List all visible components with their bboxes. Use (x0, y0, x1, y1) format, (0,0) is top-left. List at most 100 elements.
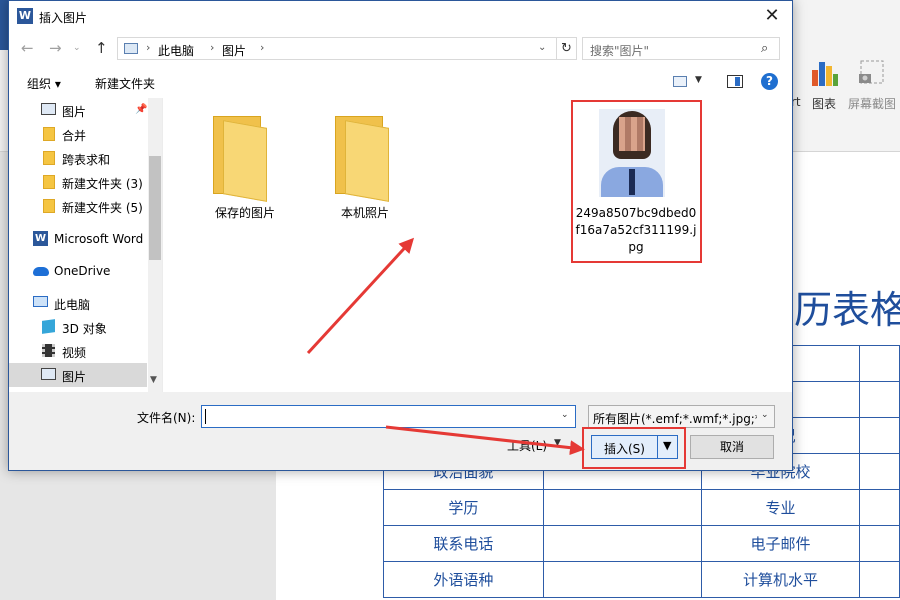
table-cell (859, 489, 900, 526)
3d-objects-icon (42, 319, 55, 334)
nav-item-pictures-quick[interactable]: 图片 📌 (9, 98, 147, 122)
breadcrumb-pictures[interactable]: 图片 (222, 42, 246, 59)
file-name: 保存的图片 (214, 206, 275, 220)
refresh-icon[interactable]: ↻ (557, 37, 577, 60)
nav-item-onedrive[interactable]: OneDrive (9, 259, 147, 283)
help-icon[interactable]: ? (761, 73, 778, 90)
insert-picture-dialog: W 插入图片 ✕ ← → ⌄ ↑ › 此电脑 › 图片 › ⌄ ↻ 搜索"图片"… (8, 0, 793, 471)
chevron-down-icon[interactable]: ⌄ (761, 410, 769, 420)
organize-button[interactable]: 组织 ▾ (27, 75, 61, 92)
document-title: 历表格 (794, 288, 900, 332)
nav-item-videos[interactable]: 视频 (9, 339, 147, 363)
recent-dropdown-icon[interactable]: ⌄ (73, 43, 81, 53)
word-icon: W (17, 8, 33, 24)
chart-icon (812, 62, 838, 86)
dialog-title: 插入图片 (39, 11, 88, 25)
up-arrow-icon[interactable]: ↑ (95, 39, 108, 57)
pictures-icon (41, 368, 56, 380)
text-caret (205, 409, 206, 424)
close-button[interactable]: ✕ (753, 1, 791, 32)
address-bar[interactable]: › 此电脑 › 图片 › ⌄ (117, 37, 557, 60)
tools-button[interactable]: 工具(L) (507, 437, 547, 454)
search-input[interactable]: 搜索"图片" ⌕ (582, 37, 780, 60)
back-arrow-icon[interactable]: ← (21, 39, 34, 57)
table-cell (542, 561, 702, 598)
nav-scrollbar-thumb[interactable] (149, 156, 161, 260)
folder-icon (335, 116, 391, 202)
chevron-right-icon[interactable]: › (146, 41, 150, 54)
forward-arrow-icon[interactable]: → (49, 39, 62, 57)
chart-label: 图表 (811, 97, 836, 111)
table-cell (542, 489, 702, 526)
screenshot-icon (859, 60, 884, 84)
navigation-pane: 图片 📌 合并 跨表求和 新建文件夹 (3) 新建文件夹 (5) W Micro… (9, 98, 162, 392)
tools-dropdown-icon[interactable]: ▼ (554, 438, 561, 448)
table-row: 外语语种 计算机水平 (383, 561, 900, 598)
command-bar: 组织 ▾ 新建文件夹 ▼ ? (9, 65, 792, 98)
table-cell: 外语语种 (383, 561, 544, 598)
nav-item-label: 跨表求和 (62, 153, 111, 167)
folder-icon (43, 199, 55, 213)
view-options-icon[interactable] (673, 76, 687, 87)
filename-input[interactable]: ⌄ (201, 405, 576, 428)
dialog-titlebar[interactable]: W 插入图片 ✕ (9, 1, 792, 33)
table-cell (859, 345, 900, 382)
filename-label: 文件名(N): (137, 411, 196, 425)
table-cell: 专业 (700, 489, 861, 526)
chevron-right-icon[interactable]: › (210, 41, 214, 54)
file-name: 249a8507bc9dbed0f16a7a52cf311199.jpg (575, 206, 697, 254)
onedrive-icon (33, 267, 49, 276)
table-row: 学历 专业 (383, 489, 900, 526)
table-cell: 学历 (383, 489, 544, 526)
preview-pane-icon[interactable] (727, 75, 743, 88)
nav-item-cross-sum[interactable]: 跨表求和 (9, 146, 147, 170)
cancel-button[interactable]: 取消 (690, 435, 774, 459)
chevron-right-icon[interactable]: › (260, 41, 264, 54)
nav-item-new-folder-5[interactable]: 新建文件夹 (5) (9, 194, 147, 218)
nav-item-label: 新建文件夹 (3) (62, 177, 143, 191)
new-folder-button[interactable]: 新建文件夹 (95, 75, 155, 92)
nav-item-merge[interactable]: 合并 (9, 122, 147, 146)
table-row: 联系电话 电子邮件 (383, 525, 900, 562)
table-cell: 计算机水平 (700, 561, 861, 598)
filetype-value: 所有图片(*.emf;*.wmf;*.jpg;*.jp (593, 412, 757, 426)
folder-icon (213, 116, 269, 202)
folder-saved-pictures[interactable]: 保存的图片 (203, 108, 283, 228)
word-icon: W (33, 231, 48, 246)
nav-item-3d-objects[interactable]: 3D 对象 (9, 315, 147, 339)
chevron-down-icon[interactable]: ⌄ (561, 410, 569, 420)
nav-item-this-pc[interactable]: 此电脑 (9, 291, 147, 315)
photo-thumbnail[interactable] (599, 109, 665, 197)
filetype-select[interactable]: 所有图片(*.emf;*.wmf;*.jpg;*.jp ⌄ (588, 405, 775, 428)
table-cell: 电子邮件 (700, 525, 861, 562)
nav-scrollbar[interactable]: ▼ (148, 98, 162, 392)
folder-camera-roll[interactable]: 本机照片 (325, 108, 405, 228)
nav-item-new-folder-3[interactable]: 新建文件夹 (3) (9, 170, 147, 194)
nav-item-label: 此电脑 (54, 298, 91, 312)
chart-button[interactable]: 图表 (806, 58, 842, 112)
table-cell (859, 561, 900, 598)
highlight-box (582, 427, 686, 469)
nav-item-label: 合并 (62, 129, 87, 143)
breadcrumb-this-pc[interactable]: 此电脑 (158, 42, 194, 59)
screenshot-button[interactable]: 屏幕截图 (844, 58, 900, 112)
navigation-bar: ← → ⌄ ↑ › 此电脑 › 图片 › ⌄ ↻ 搜索"图片" ⌕ (9, 33, 792, 65)
nav-item-label: 图片 (62, 370, 87, 384)
table-cell (859, 417, 900, 454)
pin-icon[interactable]: 📌 (135, 104, 147, 115)
nav-item-label: 图片 (62, 105, 87, 119)
folder-icon (43, 151, 55, 165)
scroll-down-icon[interactable]: ▼ (150, 375, 157, 385)
table-cell (542, 525, 702, 562)
folder-icon (43, 175, 55, 189)
pictures-icon (41, 103, 56, 115)
file-name: 本机照片 (340, 206, 389, 220)
nav-item-pictures[interactable]: 图片 (9, 363, 147, 387)
nav-item-microsoft-word[interactable]: W Microsoft Word (9, 227, 147, 251)
nav-item-label: 3D 对象 (62, 322, 107, 336)
nav-item-label: 视频 (62, 346, 87, 360)
computer-icon (33, 296, 48, 307)
table-cell (859, 453, 900, 490)
view-dropdown-icon[interactable]: ▼ (695, 75, 702, 85)
address-dropdown-icon[interactable]: ⌄ (538, 42, 546, 53)
